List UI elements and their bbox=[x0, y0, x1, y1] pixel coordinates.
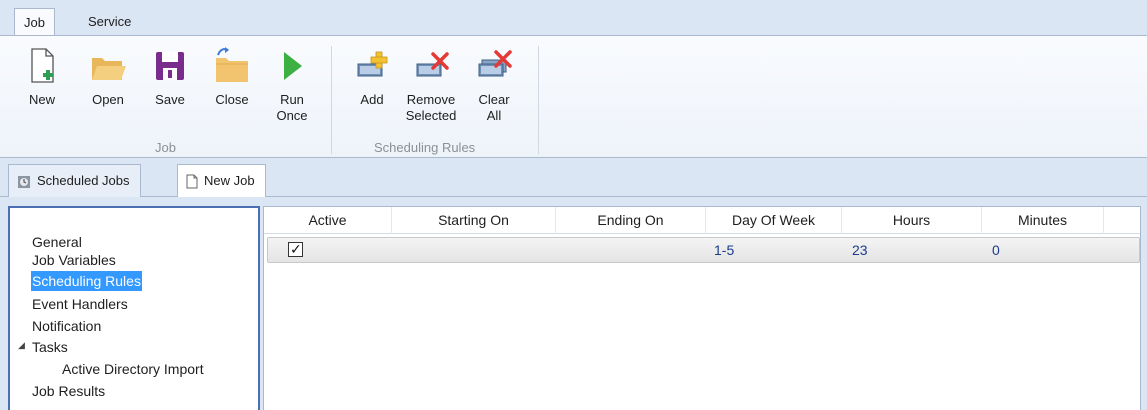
tab-new-job[interactable]: New Job bbox=[177, 164, 266, 198]
group-divider-2 bbox=[538, 46, 539, 154]
save-label: Save bbox=[155, 92, 185, 107]
document-tab-strip: Scheduled Jobs New Job bbox=[0, 159, 1147, 198]
scheduled-jobs-icon bbox=[18, 175, 30, 188]
remove-selected-button[interactable]: Remove Selected bbox=[403, 46, 459, 124]
tab-scheduled-jobs[interactable]: Scheduled Jobs bbox=[8, 164, 141, 197]
column-header-minutes[interactable]: Minutes bbox=[982, 207, 1104, 234]
tab-job[interactable]: Job bbox=[14, 8, 55, 38]
remove-label-2: Selected bbox=[405, 108, 457, 123]
job-nav-tree: General Job Variables Scheduling Rules E… bbox=[8, 206, 260, 410]
cell-hours[interactable]: 23 bbox=[852, 238, 868, 262]
grid-header: Active Starting On Ending On Day Of Week… bbox=[264, 207, 1140, 234]
new-button[interactable]: New bbox=[22, 46, 62, 108]
nav-item-active-directory-import[interactable]: Active Directory Import bbox=[62, 359, 204, 379]
nav-item-tasks[interactable]: Tasks bbox=[32, 337, 68, 357]
table-row[interactable]: ✓ 1-5 23 0 bbox=[267, 237, 1140, 263]
ribbon: New Open Save Close Run Once Job Add Rem… bbox=[0, 35, 1147, 158]
nav-item-general[interactable]: General bbox=[32, 232, 82, 252]
run-once-label-2: Once bbox=[276, 108, 308, 123]
clear-all-button[interactable]: Clear All bbox=[474, 46, 514, 124]
column-header-ending-on[interactable]: Ending On bbox=[556, 207, 706, 234]
remove-rule-icon bbox=[416, 52, 449, 77]
cell-day-of-week[interactable]: 1-5 bbox=[714, 238, 734, 262]
column-header-starting-on[interactable]: Starting On bbox=[392, 207, 556, 234]
clear-label-1: Clear bbox=[478, 92, 510, 107]
cell-minutes[interactable]: 0 bbox=[992, 238, 1000, 262]
scheduling-rules-grid: Active Starting On Ending On Day Of Week… bbox=[263, 206, 1141, 410]
new-label: New bbox=[28, 92, 55, 107]
save-disk-icon bbox=[156, 52, 184, 80]
add-label: Add bbox=[360, 92, 384, 107]
open-button[interactable]: Open bbox=[86, 46, 130, 108]
ribbon-tab-strip: Job Service bbox=[0, 0, 1147, 38]
group-divider bbox=[331, 46, 332, 154]
scheduling-rules-group-label: Scheduling Rules bbox=[374, 140, 476, 155]
open-label: Open bbox=[92, 92, 124, 107]
nav-item-notification[interactable]: Notification bbox=[32, 316, 101, 336]
column-header-hours[interactable]: Hours bbox=[842, 207, 982, 234]
run-once-button[interactable]: Run Once bbox=[272, 46, 312, 124]
nav-item-event-handlers[interactable]: Event Handlers bbox=[32, 294, 128, 314]
nav-item-job-results[interactable]: Job Results bbox=[32, 381, 105, 401]
tab-scheduled-jobs-label: Scheduled Jobs bbox=[37, 173, 130, 188]
add-rule-icon bbox=[357, 51, 388, 77]
nav-item-job-variables[interactable]: Job Variables bbox=[32, 250, 116, 270]
save-button[interactable]: Save bbox=[152, 46, 188, 108]
close-folder-icon bbox=[216, 47, 248, 82]
new-document-icon bbox=[31, 48, 54, 83]
column-header-day-of-week[interactable]: Day Of Week bbox=[706, 207, 842, 234]
job-editor: General Job Variables Scheduling Rules E… bbox=[0, 197, 1147, 410]
clear-all-icon bbox=[478, 50, 512, 77]
column-header-active[interactable]: Active bbox=[264, 207, 392, 234]
run-once-label-1: Run bbox=[280, 92, 304, 107]
close-label: Close bbox=[215, 92, 249, 107]
remove-label-1: Remove bbox=[406, 92, 456, 107]
tab-service[interactable]: Service bbox=[79, 8, 140, 36]
job-group-label: Job bbox=[155, 140, 176, 155]
tab-new-job-label: New Job bbox=[204, 173, 255, 188]
clear-label-2: All bbox=[486, 108, 502, 123]
close-button[interactable]: Close bbox=[210, 46, 254, 108]
active-checkbox[interactable]: ✓ bbox=[288, 241, 303, 257]
open-folder-icon bbox=[92, 58, 126, 80]
nav-item-scheduling-rules[interactable]: Scheduling Rules bbox=[31, 271, 142, 291]
document-icon bbox=[186, 174, 198, 189]
run-play-icon bbox=[284, 52, 302, 80]
check-mark: ✓ bbox=[290, 241, 302, 257]
tasks-expand-icon[interactable]: ◢ bbox=[18, 340, 25, 351]
add-rule-button[interactable]: Add bbox=[354, 46, 390, 108]
